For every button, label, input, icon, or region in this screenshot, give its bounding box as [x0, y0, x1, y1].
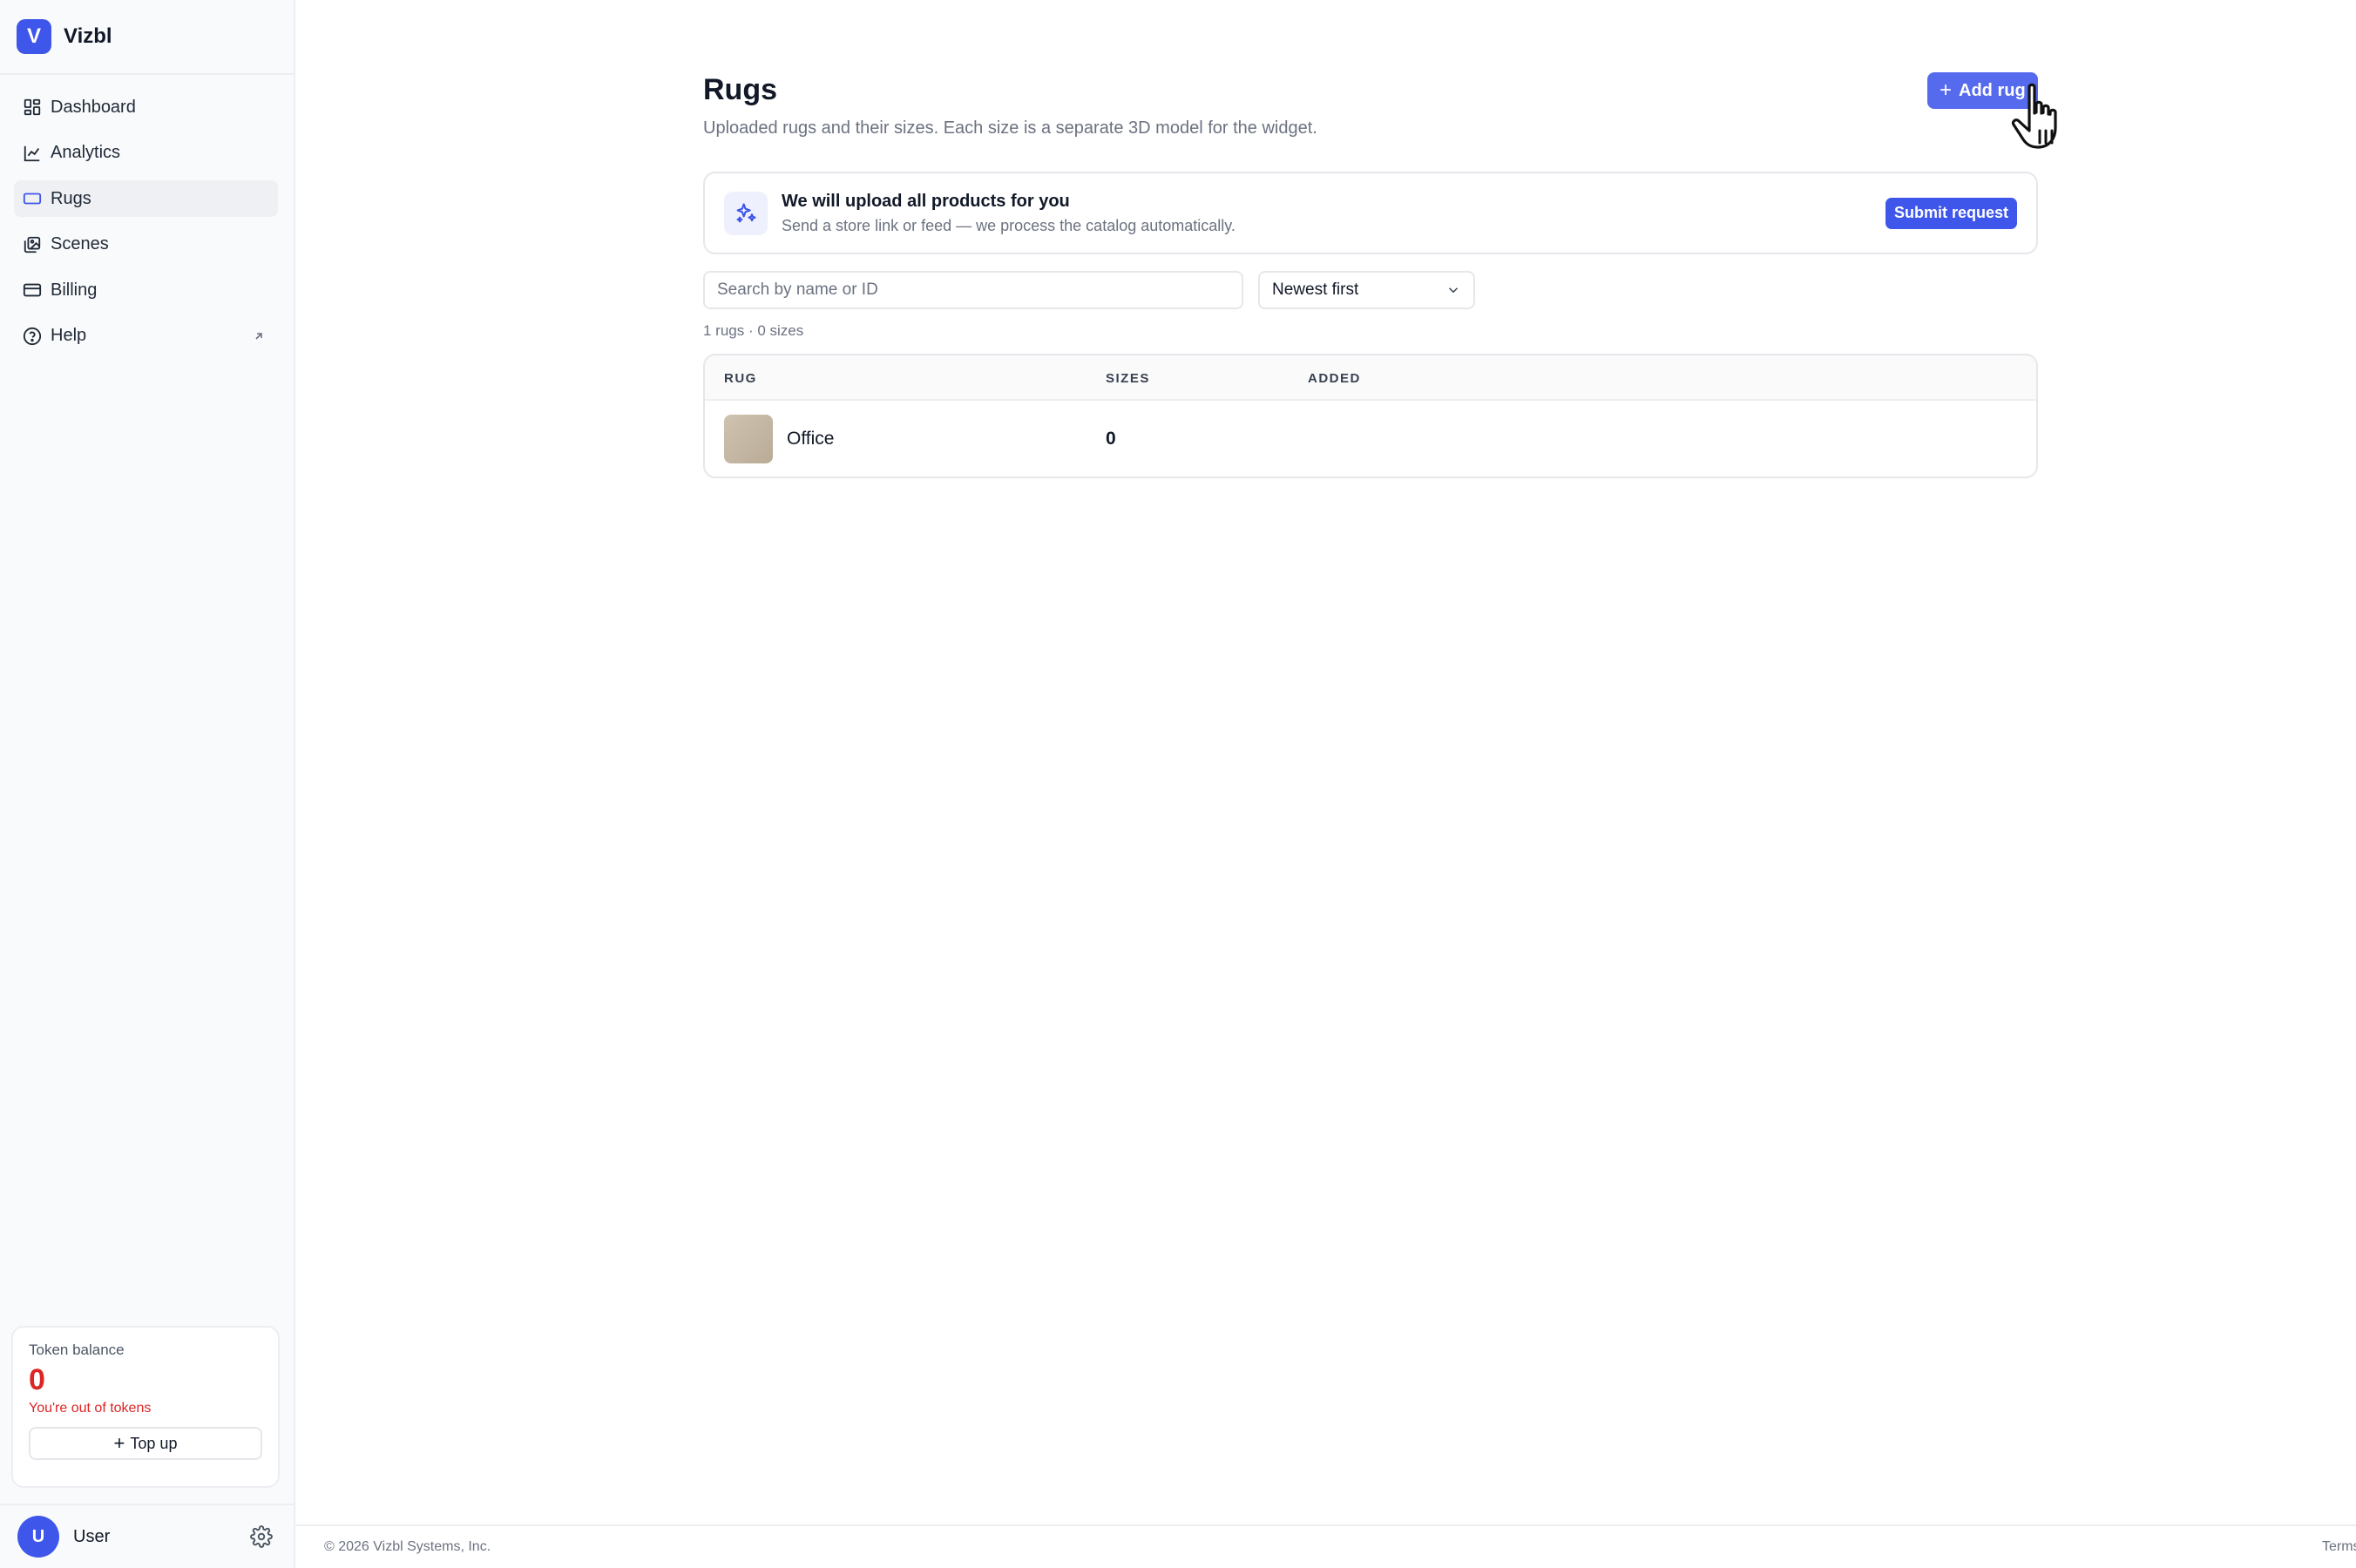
rug-name: Office: [787, 429, 835, 449]
chart-line-icon: [24, 145, 40, 161]
token-balance-label: Token balance: [29, 1342, 125, 1358]
table-header: RUG SIZES ADDED: [705, 355, 2036, 401]
gear-icon[interactable]: [250, 1525, 273, 1548]
rug-icon: [23, 193, 42, 205]
sidebar-item-scenes[interactable]: Scenes: [14, 226, 278, 263]
banner-description: Send a store link or feed — we process t…: [782, 216, 1236, 234]
help-circle-icon: [23, 327, 42, 345]
page-title: Rugs: [703, 73, 777, 106]
sidebar-item-label: Dashboard: [51, 97, 136, 117]
images-icon: [24, 236, 41, 253]
sidebar-item-label: Scenes: [51, 234, 109, 253]
chevron-down-icon: [1448, 287, 1459, 294]
column-header-rug[interactable]: RUG: [724, 371, 757, 386]
sidebar-item-billing[interactable]: Billing: [14, 272, 278, 308]
sort-selected-value: Newest first: [1272, 280, 1359, 299]
sidebar-item-label: Help: [51, 326, 87, 345]
rug-sizes: 0: [1106, 429, 1116, 449]
terms-link[interactable]: Terms: [2322, 1539, 2356, 1555]
upload-service-banner: We will upload all products for you Send…: [703, 172, 2038, 254]
avatar: U: [17, 1516, 59, 1558]
sidebar-item-rugs[interactable]: Rugs: [14, 180, 278, 217]
sidebar-nav: Dashboard Analytics Rugs Scenes Billing …: [0, 75, 294, 355]
column-header-added[interactable]: ADDED: [1308, 371, 1361, 386]
footer: © 2026 Vizbl Systems, Inc. Terms: [295, 1524, 2356, 1568]
plus-icon: +: [1940, 78, 1953, 102]
token-balance-value: 0: [29, 1363, 45, 1396]
sidebar-item-label: Billing: [51, 280, 98, 300]
sidebar-item-label: Rugs: [51, 188, 91, 208]
banner-title: We will upload all products for you: [782, 191, 1070, 211]
sidebar-item-help[interactable]: Help: [14, 318, 278, 355]
sidebar-item-dashboard[interactable]: Dashboard: [14, 89, 278, 125]
top-up-button[interactable]: + Top up: [29, 1427, 262, 1460]
sparkles-icon: [724, 191, 768, 235]
hand-pointer-cursor-icon: [2011, 83, 2057, 149]
main-content: Rugs Uploaded rugs and their sizes. Each…: [295, 0, 2356, 1568]
submit-request-button[interactable]: Submit request: [1885, 197, 2017, 229]
table-row[interactable]: Office 0: [705, 401, 2036, 476]
sidebar-item-analytics[interactable]: Analytics: [14, 135, 278, 172]
page-subtitle: Uploaded rugs and their sizes. Each size…: [703, 118, 1317, 138]
brand-name: Vizbl: [64, 24, 112, 48]
user-menu[interactable]: U User: [0, 1504, 295, 1568]
dashboard-icon: [24, 98, 41, 116]
credit-card-icon: [23, 283, 42, 297]
brand-logo: V: [17, 19, 51, 54]
brand[interactable]: V Vizbl: [0, 0, 294, 75]
token-warning: You're out of tokens: [29, 1401, 152, 1416]
plus-icon: +: [113, 1432, 125, 1454]
rug-thumbnail: [724, 415, 773, 463]
sidebar-item-label: Analytics: [51, 143, 121, 162]
sort-select[interactable]: Newest first: [1258, 271, 1475, 309]
column-header-sizes[interactable]: SIZES: [1106, 371, 1150, 386]
user-name: User: [73, 1526, 111, 1546]
external-link-icon: [255, 332, 262, 340]
token-balance-card: Token balance 0 You're out of tokens + T…: [11, 1326, 280, 1488]
top-up-label: Top up: [130, 1434, 178, 1452]
sidebar: V Vizbl Dashboard Analytics Rugs Scenes …: [0, 0, 295, 1568]
search-input[interactable]: [703, 271, 1243, 309]
rugs-table: RUG SIZES ADDED Office 0: [703, 354, 2038, 478]
copyright: © 2026 Vizbl Systems, Inc.: [324, 1539, 491, 1554]
rugs-count: 1 rugs · 0 sizes: [703, 322, 804, 339]
